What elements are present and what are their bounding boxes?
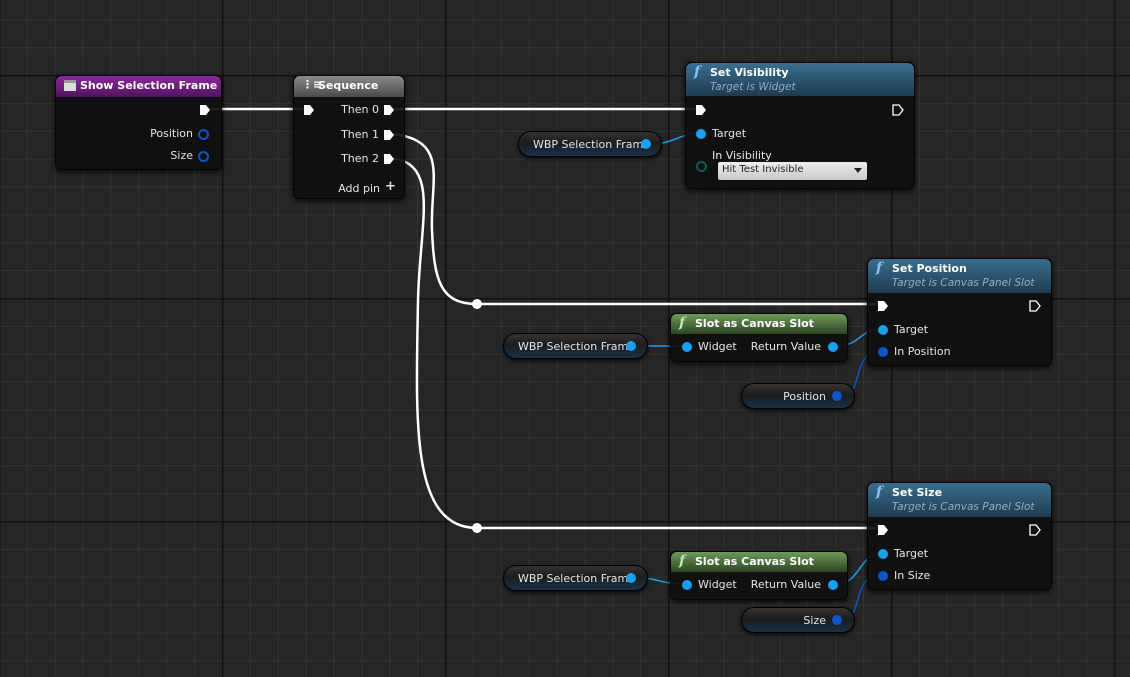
- node-title: Slot as Canvas Slot: [695, 317, 814, 330]
- slot-as-canvas-slot-node[interactable]: f Slot as Canvas Slot Widget Return Valu…: [670, 313, 848, 362]
- variable-label: Position: [783, 390, 826, 403]
- function-icon: f: [876, 260, 883, 276]
- return-value-pin[interactable]: [828, 580, 838, 590]
- node-subtitle: Target is Canvas Panel Slot: [892, 277, 1035, 289]
- reroute-knot: [472, 523, 482, 533]
- dropdown-arrow-icon: [854, 168, 862, 173]
- pin-label-in-visibility: In Visibility: [712, 149, 772, 162]
- then0-pin[interactable]: [383, 104, 395, 116]
- function-icon: f: [679, 553, 686, 569]
- return-value-pin[interactable]: [828, 342, 838, 352]
- pin-label-then2: Then 2: [341, 152, 379, 165]
- exec-out-pin[interactable]: [199, 104, 211, 116]
- plus-icon[interactable]: +: [385, 179, 396, 194]
- sequence-node[interactable]: ⋮≡ Sequence Then 0 Then 1 Then 2 Add pin…: [293, 75, 405, 199]
- variable-out-pin[interactable]: [626, 573, 636, 583]
- variable-out-pin[interactable]: [626, 341, 636, 351]
- pin-label-in-size: In Size: [894, 569, 931, 582]
- variable-out-pin[interactable]: [832, 615, 842, 625]
- size-out-pin[interactable]: [198, 151, 209, 162]
- node-title: Slot as Canvas Slot: [695, 555, 814, 568]
- then2-pin[interactable]: [383, 153, 395, 165]
- variable-out-pin[interactable]: [641, 139, 651, 149]
- pin-label-position: Position: [150, 127, 193, 140]
- exec-in-pin[interactable]: [695, 104, 707, 116]
- exec-out-pin[interactable]: [1029, 300, 1041, 312]
- variable-label: Size: [803, 614, 826, 627]
- node-title: Set Position: [892, 262, 967, 275]
- add-pin-button[interactable]: Add pin: [338, 182, 380, 195]
- visibility-dropdown[interactable]: Hit Test Invisible: [718, 162, 867, 180]
- target-pin[interactable]: [696, 129, 706, 139]
- exec-in-pin[interactable]: [877, 300, 889, 312]
- pin-label-return-value: Return Value: [750, 340, 821, 353]
- variable-position[interactable]: Position: [741, 383, 855, 409]
- target-pin[interactable]: [878, 325, 888, 335]
- variable-label: WBP Selection Frame: [533, 138, 651, 151]
- variable-wbp-selection-frame[interactable]: WBP Selection Frame: [518, 131, 662, 157]
- target-pin[interactable]: [878, 549, 888, 559]
- in-size-pin[interactable]: [878, 571, 888, 581]
- variable-label: WBP Selection Frame: [518, 572, 636, 585]
- set-visibility-node[interactable]: f Set Visibility Target is Widget Target…: [685, 62, 915, 189]
- variable-out-pin[interactable]: [832, 391, 842, 401]
- set-size-node[interactable]: f Set Size Target is Canvas Panel Slot T…: [867, 482, 1052, 590]
- variable-wbp-selection-frame[interactable]: WBP Selection Frame: [503, 333, 648, 359]
- reroute-knot: [472, 299, 482, 309]
- slot-as-canvas-slot-node[interactable]: f Slot as Canvas Slot Widget Return Valu…: [670, 551, 848, 600]
- node-subtitle: Target is Canvas Panel Slot: [892, 501, 1035, 513]
- pin-label-in-position: In Position: [894, 345, 951, 358]
- pin-label-target: Target: [894, 547, 929, 560]
- node-title: Show Selection Frame: [80, 79, 218, 92]
- node-title: Set Size: [892, 486, 943, 499]
- dropdown-value: Hit Test Invisible: [722, 164, 804, 175]
- event-node-show-selection-frame[interactable]: Show Selection Frame Position Size: [55, 75, 222, 170]
- sequence-icon: ⋮≡: [302, 78, 323, 91]
- node-title: Sequence: [318, 79, 379, 92]
- event-icon: [64, 80, 76, 91]
- pin-label-then1: Then 1: [341, 128, 379, 141]
- variable-size[interactable]: Size: [741, 607, 855, 633]
- function-icon: f: [694, 64, 701, 80]
- exec-in-pin[interactable]: [877, 524, 889, 536]
- pin-label-target: Target: [894, 323, 929, 336]
- position-out-pin[interactable]: [198, 129, 209, 140]
- set-position-node[interactable]: f Set Position Target is Canvas Panel Sl…: [867, 258, 1052, 366]
- variable-wbp-selection-frame[interactable]: WBP Selection Frame: [503, 565, 648, 591]
- pin-label-return-value: Return Value: [750, 578, 821, 591]
- exec-out-pin[interactable]: [1029, 524, 1041, 536]
- pin-label-widget: Widget: [698, 340, 737, 353]
- function-icon: f: [876, 484, 883, 500]
- widget-pin[interactable]: [682, 580, 692, 590]
- widget-pin[interactable]: [682, 342, 692, 352]
- variable-label: WBP Selection Frame: [518, 340, 636, 353]
- pin-label-then0: Then 0: [341, 103, 379, 116]
- pin-label-target: Target: [712, 127, 747, 140]
- pin-label-widget: Widget: [698, 578, 737, 591]
- then1-pin[interactable]: [383, 129, 395, 141]
- function-icon: f: [679, 315, 686, 331]
- exec-out-pin[interactable]: [892, 104, 904, 116]
- in-visibility-pin[interactable]: [696, 161, 707, 172]
- exec-in-pin[interactable]: [303, 104, 315, 116]
- node-title: Set Visibility: [710, 66, 789, 79]
- in-position-pin[interactable]: [878, 347, 888, 357]
- pin-label-size: Size: [170, 149, 193, 162]
- node-subtitle: Target is Widget: [710, 81, 796, 93]
